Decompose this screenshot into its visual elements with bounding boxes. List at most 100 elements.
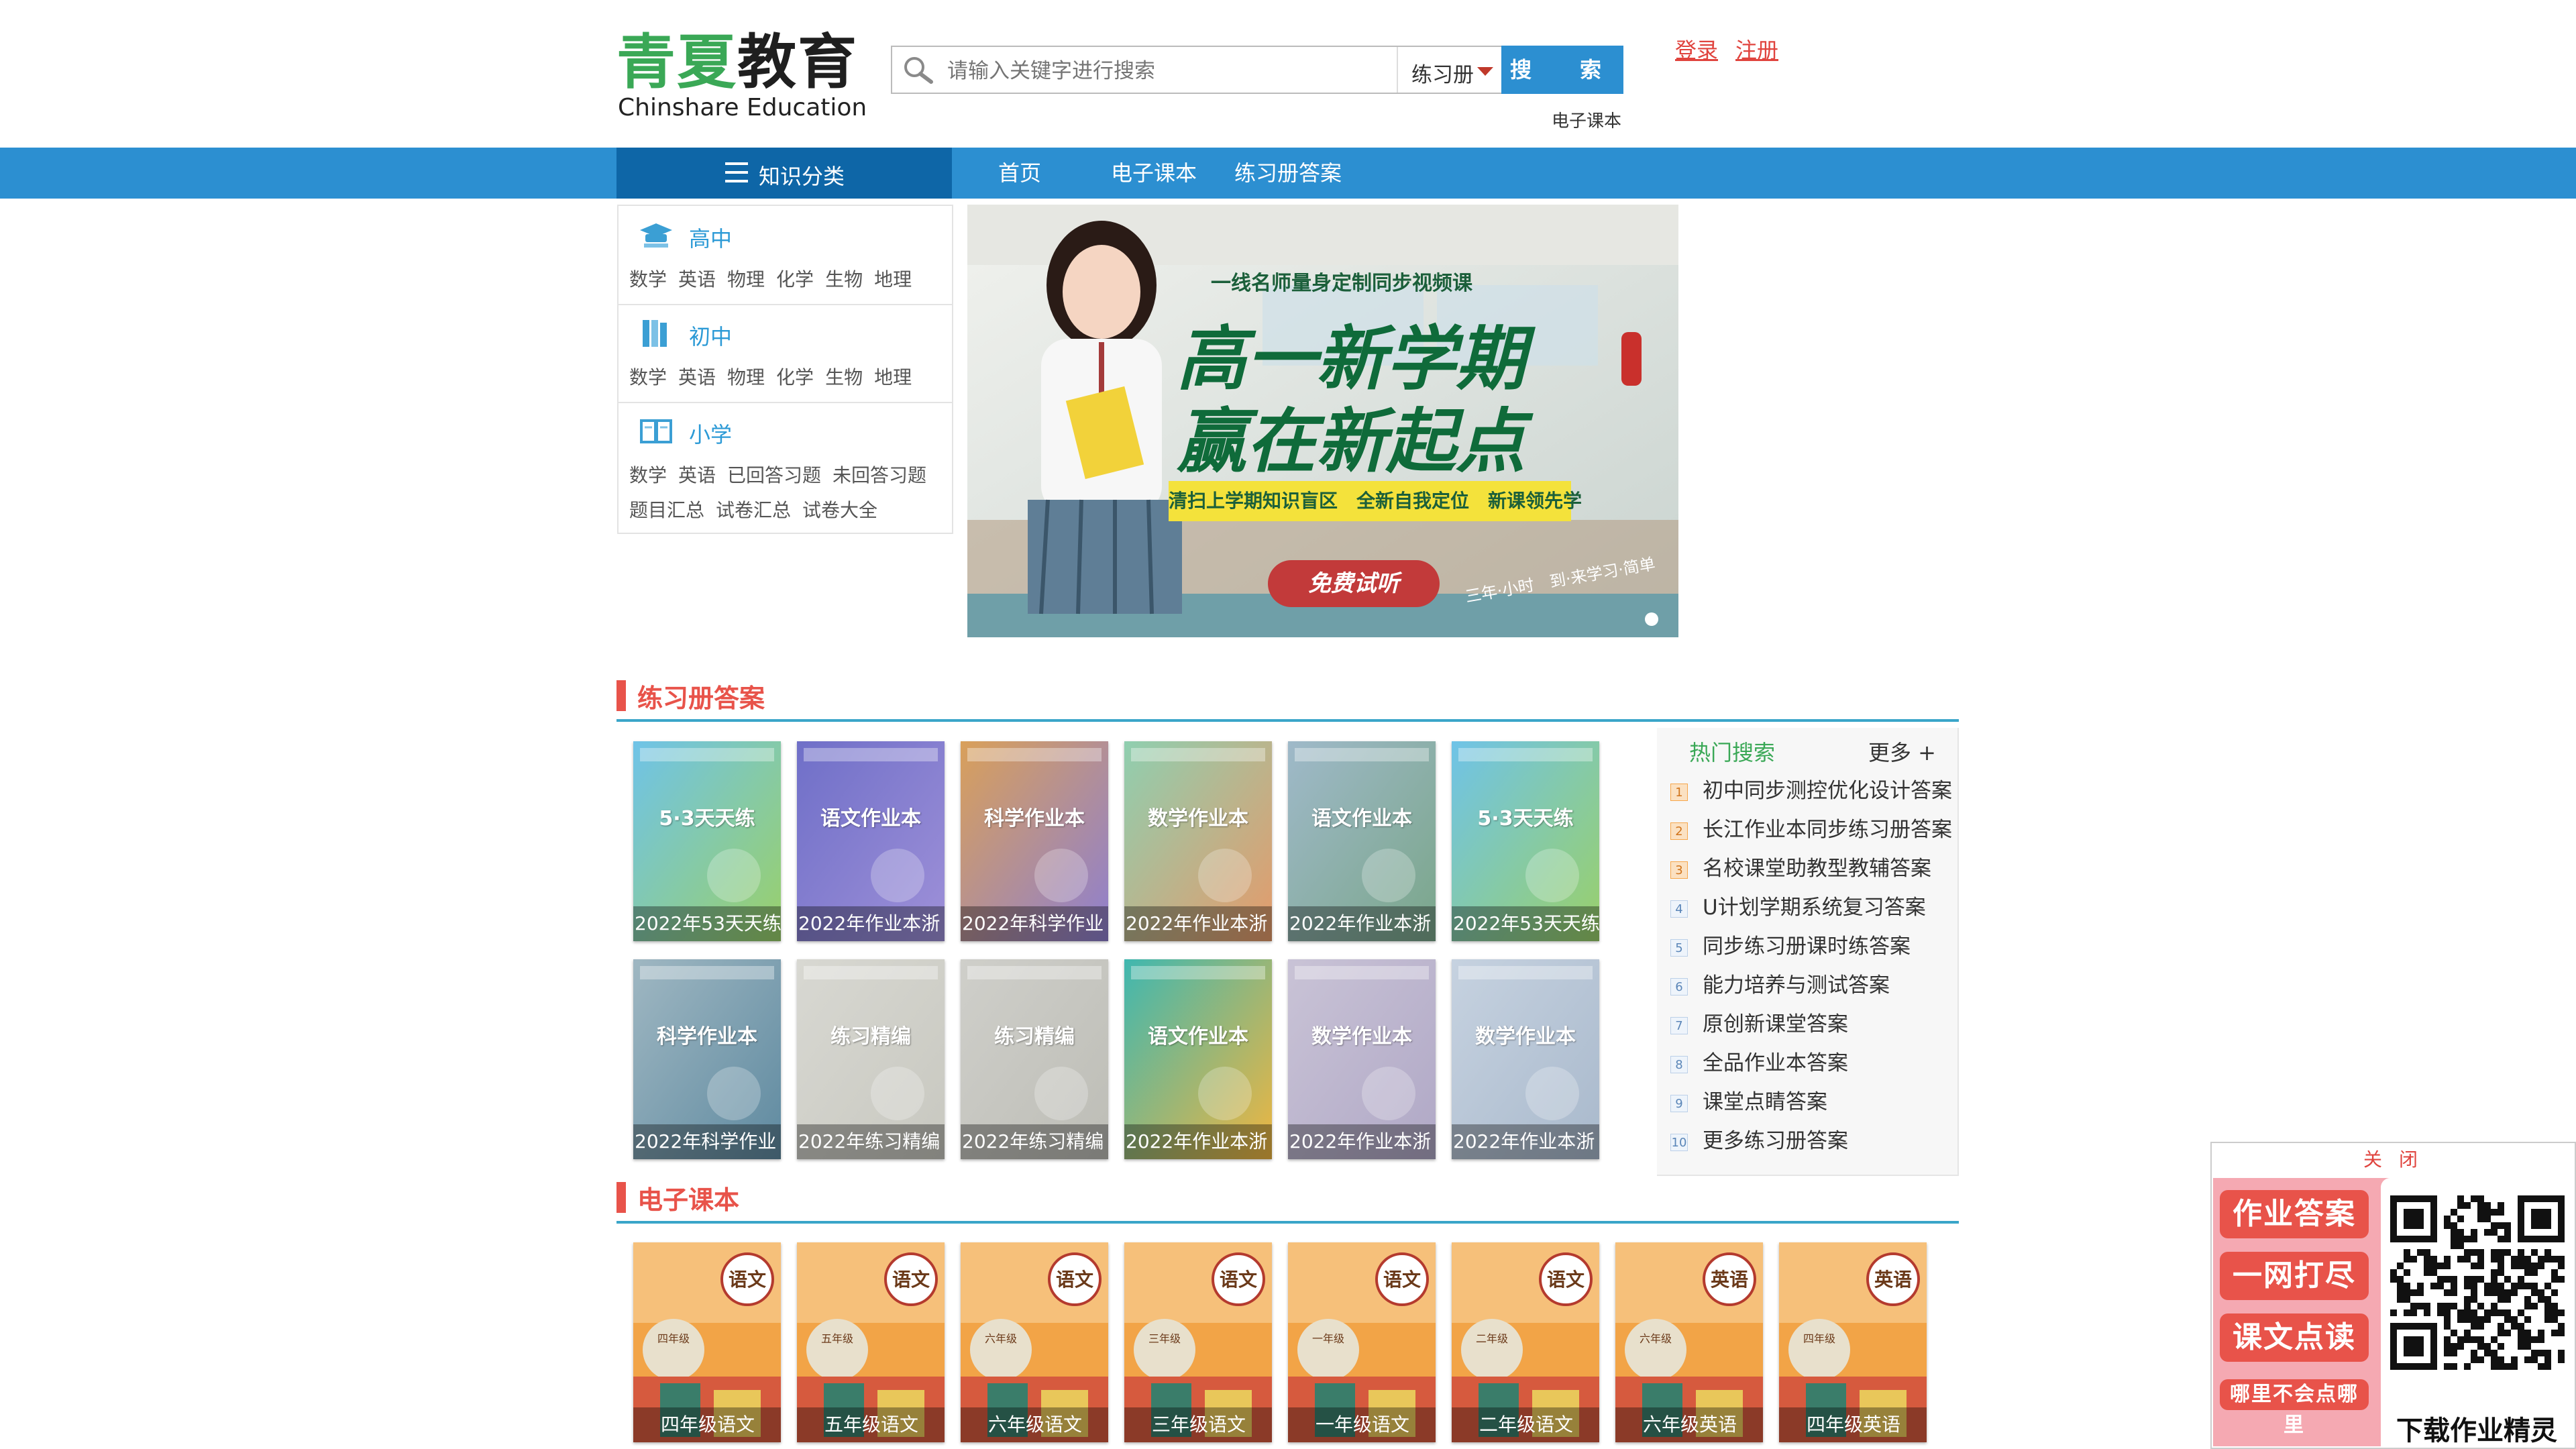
banner-kicker: 一线名师量身定制同步视频课	[1211, 272, 1472, 295]
workbook-card[interactable]: 5·3天天练 2022年53天天练	[633, 741, 781, 941]
hot-search-item[interactable]: 7 原创新课堂答案	[1670, 1007, 1848, 1043]
category-title[interactable]: 小学	[689, 418, 732, 449]
hot-search-more-link[interactable]: 更多 +	[1868, 736, 1936, 767]
subject-link[interactable]: 数学	[629, 366, 667, 388]
subject-link[interactable]: 地理	[874, 366, 912, 388]
nav-home[interactable]: 首页	[998, 148, 1041, 199]
workbook-card[interactable]: 数学作业本 2022年作业本浙	[1452, 959, 1599, 1159]
hot-search-title: 热门搜索	[1689, 740, 1776, 765]
hot-search-item[interactable]: 4 U计划学期系统复习答案	[1670, 890, 1926, 926]
ebook-card[interactable]: 语文 五年级 五年级语文	[797, 1242, 945, 1442]
workbook-card[interactable]: 练习精编 2022年练习精编	[797, 959, 945, 1159]
hot-search-item[interactable]: 10 更多练习册答案	[1670, 1124, 1848, 1160]
login-link[interactable]: 登录	[1675, 34, 1718, 64]
section-marker	[616, 1182, 626, 1213]
category-menu-label: 知识分类	[759, 164, 845, 189]
book-caption: 2022年53天天练	[1452, 906, 1599, 941]
qr-code-card[interactable]: 下载作业精灵	[2381, 1178, 2573, 1446]
subject-link[interactable]: 化学	[776, 366, 814, 388]
ebook-card[interactable]: 语文 一年级 一年级语文	[1288, 1242, 1436, 1442]
subject-link[interactable]: 未回答习题	[833, 464, 926, 486]
workbook-card[interactable]: 语文作业本 2022年作业本浙	[797, 741, 945, 941]
promo-banner[interactable]: 一线名师量身定制同步视频课 高一新学期 赢在新起点 清扫上学期知识盲区 全新自我…	[967, 205, 1678, 637]
book-cover-title: 语文作业本	[1148, 1025, 1248, 1049]
hot-search-item[interactable]: 3 名校课堂助教型教辅答案	[1670, 851, 1931, 888]
subject-link[interactable]: 英语	[678, 268, 716, 290]
ebook-badge: 英语	[1710, 1269, 1748, 1291]
ebook-grade: 六年级	[984, 1332, 1017, 1345]
hot-search-item[interactable]: 9 课堂点睛答案	[1670, 1085, 1827, 1121]
subject-link[interactable]: 试卷汇总	[716, 499, 791, 521]
popup-close-button[interactable]: 关 闭	[2212, 1143, 2575, 1177]
search-button[interactable]: 搜 索	[1501, 46, 1623, 94]
open-book-icon	[640, 419, 672, 443]
nav-workbook-answers[interactable]: 练习册答案	[1234, 148, 1342, 199]
workbook-card[interactable]: 科学作业本 2022年科学作业	[961, 741, 1108, 941]
subject-link[interactable]: 题目汇总	[629, 499, 704, 521]
book-caption: 2022年科学作业	[961, 906, 1108, 941]
category-title[interactable]: 高中	[689, 222, 732, 253]
workbook-card[interactable]: 语文作业本 2022年作业本浙	[1288, 741, 1436, 941]
popup-tag: 哪里不会点哪里	[2220, 1379, 2369, 1437]
book-caption: 2022年作业本浙	[1288, 1124, 1436, 1159]
workbook-card[interactable]: 科学作业本 2022年科学作业	[633, 959, 781, 1159]
ebook-caption: 一年级语文	[1288, 1407, 1436, 1442]
qr-caption: 下载作业精灵	[2396, 1415, 2557, 1446]
popup-tag: 课文点读	[2220, 1313, 2369, 1362]
search-input[interactable]	[946, 52, 1351, 90]
subject-link[interactable]: 英语	[678, 366, 716, 388]
subject-link[interactable]: 数学	[629, 464, 667, 486]
search-type-select[interactable]: 练习册	[1397, 47, 1501, 93]
ebook-card[interactable]: 语文 三年级 三年级语文	[1124, 1242, 1272, 1442]
hot-search-item[interactable]: 2 长江作业本同步练习册答案	[1670, 812, 1952, 849]
subject-link[interactable]: 生物	[825, 268, 863, 290]
section-divider	[616, 719, 1959, 722]
rank-badge: 5	[1670, 938, 1688, 957]
ebook-card[interactable]: 英语 六年级 六年级英语	[1615, 1242, 1763, 1442]
subject-link[interactable]: 试卷大全	[802, 499, 877, 521]
category-menu-button[interactable]: 知识分类	[616, 148, 952, 199]
carousel-dot[interactable]	[1645, 612, 1658, 626]
workbook-card[interactable]: 5·3天天练 2022年53天天练	[1452, 741, 1599, 941]
book-caption: 2022年作业本浙	[1288, 906, 1436, 941]
rank-badge: 8	[1670, 1055, 1688, 1073]
category-links: 数学 英语 已回答习题 未回答习题	[629, 461, 938, 488]
workbook-card[interactable]: 练习精编 2022年练习精编	[961, 959, 1108, 1159]
subject-link[interactable]: 物理	[727, 268, 765, 290]
book-caption: 2022年作业本浙	[1124, 906, 1272, 941]
subject-link[interactable]: 地理	[874, 268, 912, 290]
hot-search-item[interactable]: 8 全品作业本答案	[1670, 1046, 1848, 1082]
workbook-card[interactable]: 数学作业本 2022年作业本浙	[1124, 741, 1272, 941]
ebook-card[interactable]: 语文 二年级 二年级语文	[1452, 1242, 1599, 1442]
hot-keyword-link[interactable]: 电子课本	[1552, 107, 1621, 132]
ebook-card[interactable]: 英语 四年级 四年级英语	[1779, 1242, 1927, 1442]
book-cover-title: 练习精编	[830, 1025, 911, 1049]
hot-search-item[interactable]: 6 能力培养与测试答案	[1670, 968, 1890, 1004]
subject-link[interactable]: 化学	[776, 268, 814, 290]
ebook-badge: 语文	[892, 1269, 930, 1291]
nav-ebooks[interactable]: 电子课本	[1111, 148, 1197, 199]
logo-chinese: 青夏教育	[616, 30, 858, 95]
workbook-card[interactable]: 数学作业本 2022年作业本浙	[1288, 959, 1436, 1159]
category-primary-school: 小学 数学 英语 已回答习题 未回答习题 题目汇总 试卷汇总 试卷大全	[619, 403, 952, 533]
hot-search-item[interactable]: 5 同步练习册课时练答案	[1670, 929, 1911, 965]
banner-free-trial-button[interactable]: 免费试听	[1268, 560, 1440, 607]
subject-link[interactable]: 生物	[825, 366, 863, 388]
site-logo[interactable]: 青夏教育 Chinshare Education	[616, 30, 867, 122]
ebook-card[interactable]: 语文 四年级 四年级语文	[633, 1242, 781, 1442]
subject-link[interactable]: 英语	[678, 464, 716, 486]
menu-icon	[725, 162, 748, 182]
hot-search-item[interactable]: 1 初中同步测控优化设计答案	[1670, 773, 1952, 810]
section-marker	[616, 680, 626, 711]
search-icon	[904, 57, 933, 84]
category-links: 题目汇总 试卷汇总 试卷大全	[629, 496, 889, 523]
ebook-card[interactable]: 语文 六年级 六年级语文	[961, 1242, 1108, 1442]
subject-link[interactable]: 数学	[629, 268, 667, 290]
register-link[interactable]: 注册	[1735, 34, 1778, 64]
category-title[interactable]: 初中	[689, 320, 732, 351]
subject-link[interactable]: 物理	[727, 366, 765, 388]
category-panel: 高中 数学 英语 物理 化学 生物 地理 初中 数学 英语 物理 化学 生物 地理 小学 数学 英语已…	[617, 205, 953, 534]
workbook-card[interactable]: 语文作业本 2022年作业本浙	[1124, 959, 1272, 1159]
subject-link[interactable]: 已回答习题	[727, 464, 821, 486]
logo-green-text: 青夏	[616, 28, 738, 97]
